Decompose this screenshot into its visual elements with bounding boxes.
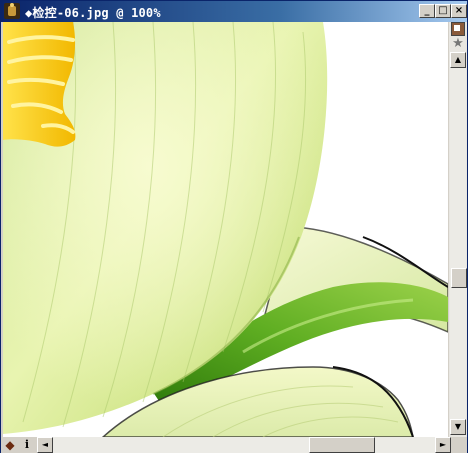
scroll-left-button[interactable]: ◄ <box>37 437 53 453</box>
horizontal-scroll-track[interactable] <box>53 437 435 453</box>
title-bar[interactable]: ◆检控-06.jpg @ 100% _ □ × <box>1 1 467 22</box>
flower-image <box>3 22 448 437</box>
horizontal-scrollbar[interactable]: ◆ i ◄ ► <box>1 437 467 453</box>
vertical-scroll-thumb[interactable] <box>451 268 467 288</box>
image-canvas[interactable] <box>3 22 448 437</box>
maximize-button[interactable]: □ <box>435 4 451 18</box>
scroll-up-button[interactable]: ▲ <box>450 52 466 68</box>
image-document-icon[interactable] <box>4 3 20 19</box>
close-button[interactable]: × <box>451 4 467 18</box>
scroll-right-button[interactable]: ► <box>435 437 451 453</box>
window-title: ◆检控-06.jpg @ 100% <box>25 6 161 20</box>
minimize-button[interactable]: _ <box>419 4 435 18</box>
vertical-scrollbar[interactable]: ★ ▲ ▼ <box>449 22 467 437</box>
resize-grip[interactable] <box>451 437 467 453</box>
info-icon[interactable]: i <box>20 438 34 452</box>
scroll-down-button[interactable]: ▼ <box>450 419 466 435</box>
image-document-window: ◆检控-06.jpg @ 100% _ □ × ★ ▲ ▼ ◆ i ◄ ► <box>0 0 468 453</box>
navigator-icon[interactable]: ◆ <box>3 438 17 452</box>
vertical-scroll-track[interactable] <box>450 68 467 419</box>
color-swatch-icon[interactable] <box>451 22 465 36</box>
star-icon[interactable]: ★ <box>451 37 465 51</box>
stamen <box>3 22 76 147</box>
horizontal-scroll-thumb[interactable] <box>309 437 375 453</box>
